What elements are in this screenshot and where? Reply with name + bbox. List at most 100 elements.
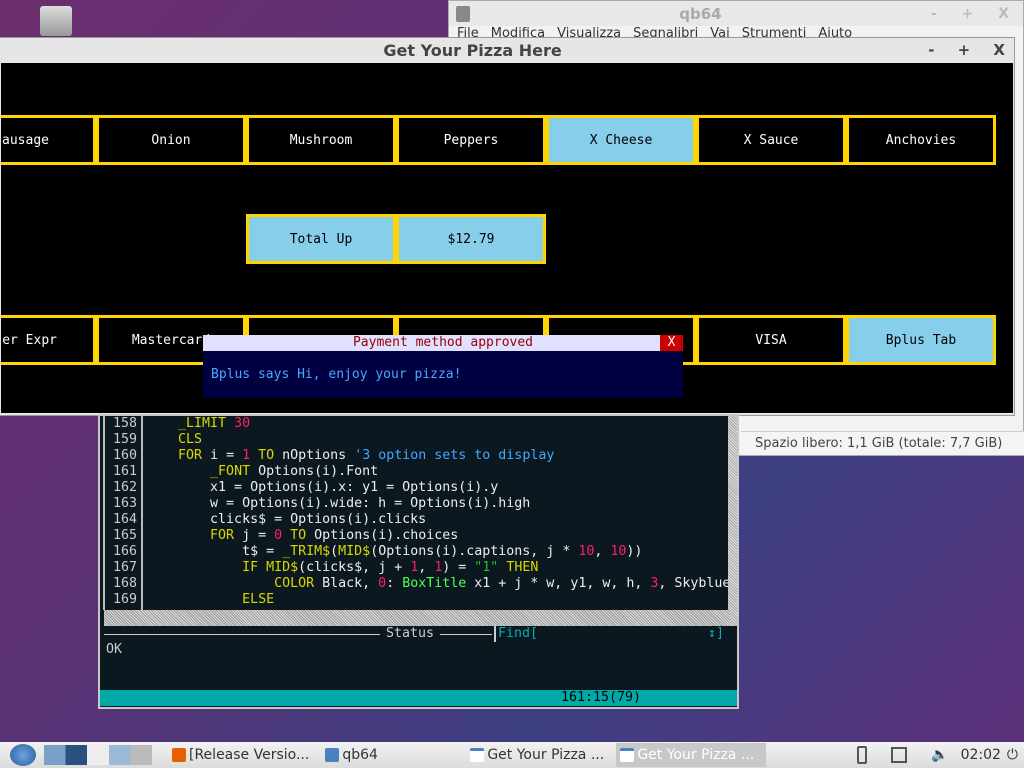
code-token: , [594,544,611,559]
horizontal-scrollbar[interactable] [104,610,730,626]
network-icon[interactable] [891,747,908,763]
line-number: 159 [112,432,137,447]
file-manager-titlebar: qb64 - + X [449,1,1023,26]
line-number: 169 [112,592,137,607]
quick-launch-icons[interactable] [44,745,152,765]
pizza-titlebar: Get Your Pizza Here - + X [0,38,1014,62]
find-field[interactable]: Find[ [494,626,538,642]
code-token: j = [234,528,275,543]
code-token: MID$ [266,560,299,575]
button-label: Bplus Tab [885,332,957,348]
button-label: Peppers [443,132,499,148]
code-token: FOR [210,528,235,543]
battery-icon[interactable] [857,746,868,764]
code-token: '3 option sets to display [354,448,555,463]
find-arrows[interactable]: ↕] [708,626,724,642]
taskbar-item-pizza-2[interactable]: Get Your Pizza ... [616,743,767,767]
payment-dialog: Payment method approved X Bplus says Hi,… [203,335,683,398]
taskbar-item-pizza-1[interactable]: Get Your Pizza ... [466,743,616,767]
code-line: IF MID$(clicks$, j + 1, 1) = "1" THEN [146,560,730,576]
code-token: x1 = Options(i).x: y1 = Options(i).y [146,480,499,495]
payment-button[interactable]: er Expr [1,315,96,365]
folder-icon [456,5,470,22]
status-output: OK [106,642,123,657]
payment-button[interactable]: Bplus Tab [846,315,996,365]
code-line: COLOR Black, 0: BoxTitle x1 + j * w, y1,… [146,576,730,592]
topping-button[interactable]: Onion [96,115,246,165]
button-label: Anchovies [885,132,957,148]
code-token: FOR [178,448,203,463]
window-icon [470,748,485,762]
dialog-title: Payment method approved [352,335,533,350]
window-controls[interactable]: - + X [931,6,1023,22]
code-token: Options(i).Font [250,464,379,479]
free-space-status: Spazio libero: 1,1 GiB (totale: 7,7 GiB) [741,431,1024,455]
code-token: _LIMIT [178,416,227,431]
taskbar-item-qb64[interactable]: qb64 [321,743,466,767]
code-token: ELSE [242,592,275,607]
code-token: (clicks$, j + [298,560,411,575]
code-token: ( [330,544,339,559]
line-number-gutter: 158 159 160 161 162 163 164 165 166 167 168 169 [103,416,143,610]
window-controls[interactable]: - + X [928,41,1014,59]
payment-button[interactable]: VISA [696,315,846,365]
button-label: Onion [151,132,191,148]
topping-button[interactable]: Anchovies [846,115,996,165]
total-up-button[interactable]: Total Up [246,214,396,264]
code-token: BoxTitle [402,576,467,591]
code-token: Black, [314,576,379,591]
code-token: MID$ [338,544,371,559]
start-menu-icon[interactable] [10,744,36,766]
button-label: er Expr [2,332,57,348]
taskbar-item-label: Get Your Pizza ... [637,747,755,763]
taskbar-item-firefox[interactable]: [Release Versio... [168,743,313,767]
code-token: (Options(i).captions, j * [370,544,579,559]
line-number: 165 [112,528,137,543]
code-token: i = [202,448,243,463]
taskbar: [Release Versio... qb64 Get Your Pizza .… [0,742,1024,768]
line-number: 163 [112,496,137,511]
dialog-close-button[interactable]: X [660,335,683,351]
qb64-editor: 158 159 160 161 162 163 164 165 166 167 168 169 _LI… [98,414,739,709]
code-token: : [386,576,403,591]
status-label: Status [386,626,435,641]
dialog-message: Bplus says Hi, enjoy your pizza! [211,367,462,382]
topping-button[interactable]: X Cheese [546,115,696,165]
window-icon [620,748,635,762]
power-icon[interactable]: ⏻ [1007,747,1018,763]
topping-button[interactable]: X Sauce [696,115,846,165]
code-token: x1 + j * w, y1, w, h, [466,576,651,591]
vertical-scrollbar[interactable] [728,416,737,626]
line-number: 168 [112,576,137,591]
code-token: _FONT [210,464,251,479]
dialog-titlebar: Payment method approved X [203,335,683,351]
topping-button[interactable]: ausage [1,115,96,165]
button-label: X Sauce [743,132,799,148]
code-token: 1 [242,448,251,463]
trash-desktop-icon[interactable] [40,6,72,36]
topping-button[interactable]: Mushroom [246,115,396,165]
code-token: 0 [378,576,387,591]
line-number: 161 [112,464,137,479]
button-label: Mastercard [131,332,211,348]
code-area[interactable]: _LIMIT 30 CLS FOR i = 1 TO nOptions '3 o… [146,416,730,610]
code-line: ELSE [146,592,730,608]
code-token: , Skyblue [658,576,730,591]
status-divider: Status Find[ ↕] [104,626,734,642]
total-value[interactable]: $12.79 [396,214,546,264]
line-number: 158 [112,416,137,431]
code-line: CLS [146,432,730,448]
code-token: TO [258,448,275,463]
code-token: CLS [178,432,203,447]
clock[interactable]: 02:02 [961,747,1001,763]
topping-button[interactable]: Peppers [396,115,546,165]
code-token: Options(i).choices [306,528,459,543]
code-token: w = Options(i).wide: h = Options(i).high [146,496,531,511]
line-number: 160 [112,448,137,463]
volume-icon[interactable]: 🔈 [931,747,948,763]
